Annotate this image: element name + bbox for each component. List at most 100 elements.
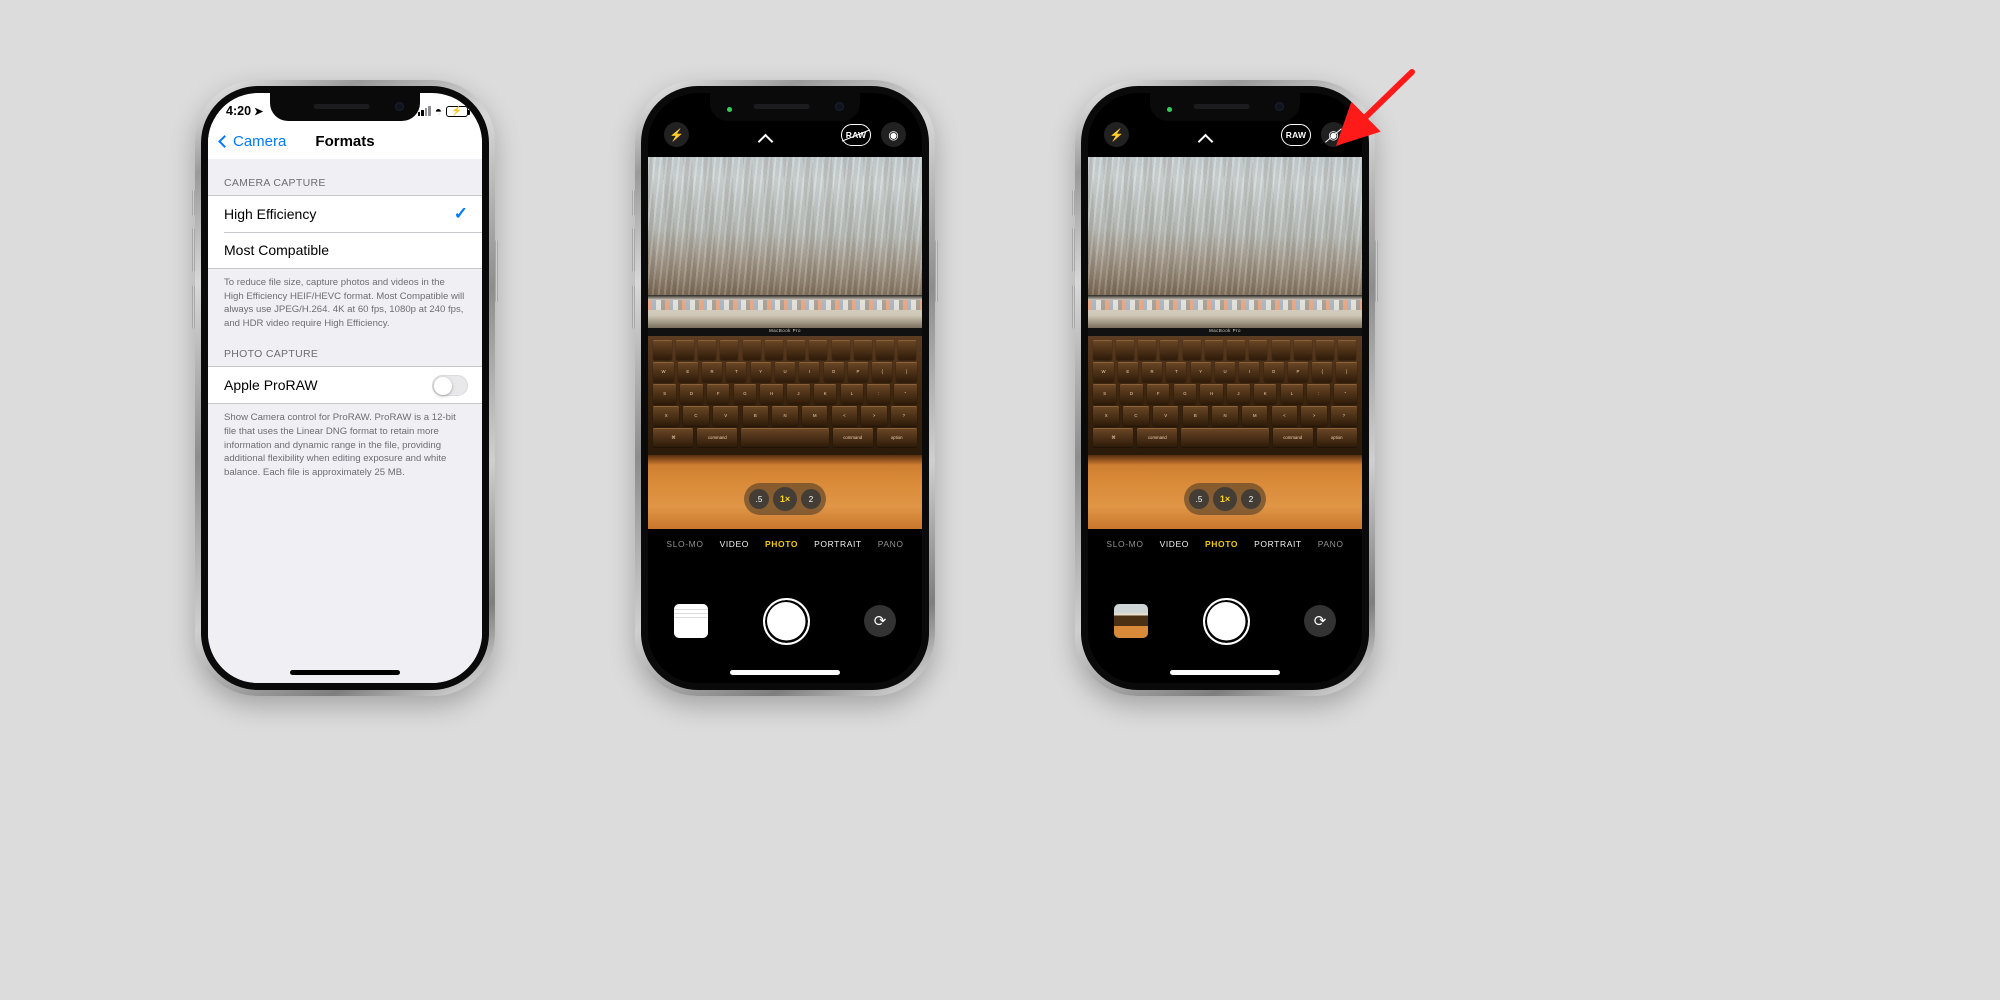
page-title: Formats [315, 132, 375, 150]
keyboard-rows: W E R T Y U I O P{} S D F G H J K L: " X C V B N M < >? ⌘ comman… [653, 340, 917, 448]
camera-in-use-indicator [727, 107, 732, 112]
back-button-label: Camera [233, 132, 287, 150]
mode-portrait[interactable]: PORTRAIT [1254, 539, 1302, 549]
mode-video[interactable]: VIDEO [720, 539, 749, 549]
earpiece-speaker [1193, 104, 1250, 109]
live-photo-off-icon[interactable]: ◉ [1321, 122, 1346, 147]
back-button-camera[interactable]: Camera [218, 132, 287, 150]
mode-slo-mo[interactable]: SLO-MO [666, 539, 703, 549]
camera-screen: ⚡ RAW ◉ MacBook Pro WERTYUIOP{} [1088, 93, 1362, 683]
apple-proraw-toggle[interactable] [432, 374, 468, 396]
option-most-compatible[interactable]: Most Compatible [208, 232, 482, 268]
flash-bolt-icon[interactable]: ⚡ [664, 122, 689, 147]
camera-capture-group: High Efficiency ✓ Most Compatible [208, 195, 482, 269]
viewfinder-wall [648, 157, 922, 303]
camera-flip-icon[interactable]: ⟳ [864, 605, 896, 637]
camera-flip-icon[interactable]: ⟳ [1304, 605, 1336, 637]
zoom-option-0-5x[interactable]: .5 [749, 489, 769, 509]
camera-screen: ⚡ RAW ◉ MacBook Pro WERTYUIOP{} [648, 93, 922, 683]
power-button[interactable] [1375, 240, 1378, 302]
chevron-left-icon [218, 134, 231, 148]
status-time-group: 4:20 ➤ [226, 104, 263, 118]
mode-photo[interactable]: PHOTO [1205, 539, 1238, 549]
viewfinder-device-label: MacBook Pro [769, 328, 801, 334]
mute-switch[interactable] [632, 285, 635, 329]
camera-viewfinder[interactable]: MacBook Pro W E R T Y U I O P{} S D F G H J K L: " XCVBN… [648, 157, 922, 529]
shutter-button[interactable] [1202, 597, 1250, 645]
volume-down-button[interactable] [1072, 228, 1075, 272]
power-button[interactable] [495, 240, 498, 302]
zoom-option-1x[interactable]: 1× [773, 487, 797, 511]
phone-bezel: 4:20 ➤ ◓ ⚡ Camera Formats CAMERA CAPTURE… [201, 86, 489, 690]
option-most-compatible-label: Most Compatible [224, 242, 330, 258]
volume-down-button[interactable] [632, 228, 635, 272]
section-header-camera-capture: CAMERA CAPTURE [224, 177, 326, 189]
chevron-up-icon[interactable] [1197, 133, 1213, 150]
photo-capture-group: Apple ProRAW [208, 366, 482, 405]
earpiece-speaker [753, 104, 810, 109]
wifi-icon: ◓ [434, 104, 442, 118]
mode-photo[interactable]: PHOTO [765, 539, 798, 549]
flash-bolt-icon[interactable]: ⚡ [1104, 122, 1129, 147]
phone-settings-formats: 4:20 ➤ ◓ ⚡ Camera Formats CAMERA CAPTURE… [192, 80, 498, 696]
mute-switch[interactable] [1072, 285, 1075, 329]
phone-bezel: ⚡ RAW ◉ MacBook Pro WERTYUIOP{} [641, 86, 929, 690]
phone-camera-raw-off: ⚡ RAW ◉ MacBook Pro WERTYUIOP{} [632, 80, 938, 696]
last-photo-thumbnail[interactable] [674, 604, 708, 638]
battery-charging-icon: ⚡ [446, 105, 470, 117]
last-photo-thumbnail[interactable] [1114, 604, 1148, 638]
settings-content: CAMERA CAPTURE High Efficiency ✓ Most Co… [208, 159, 482, 683]
mute-switch[interactable] [192, 285, 195, 329]
volume-up-button[interactable] [632, 190, 635, 216]
power-button[interactable] [935, 240, 938, 302]
zoom-option-1x[interactable]: 1× [1213, 487, 1237, 511]
raw-toggle-button[interactable]: RAW [841, 123, 871, 146]
footnote-camera-capture: To reduce file size, capture photos and … [224, 277, 465, 329]
mode-pano[interactable]: PANO [1318, 539, 1344, 549]
status-bar: 4:20 ➤ ◓ ⚡ [208, 93, 482, 123]
camera-mode-selector: SLO-MO VIDEO PHOTO PORTRAIT PANO [648, 529, 922, 559]
front-camera-icon [835, 102, 844, 111]
camera-right-controls: RAW ◉ [841, 122, 906, 147]
home-indicator[interactable] [290, 670, 400, 675]
toggle-knob [434, 376, 452, 395]
battery-bolt-icon: ⚡ [451, 105, 463, 116]
status-indicators: ◓ ⚡ [417, 104, 470, 118]
mode-pano[interactable]: PANO [878, 539, 904, 549]
zoom-selector: .5 1× 2 [744, 483, 826, 515]
option-high-efficiency-label: High Efficiency [224, 206, 317, 222]
checkmark-icon: ✓ [453, 204, 468, 223]
zoom-option-2x[interactable]: 2 [801, 489, 821, 509]
camera-viewfinder[interactable]: MacBook Pro W E R T Y U I O P{} S D F G H J K L: " XCVBN… [1088, 157, 1362, 529]
home-indicator[interactable] [1170, 670, 1280, 675]
option-high-efficiency[interactable]: High Efficiency ✓ [208, 196, 482, 232]
shutter-button[interactable] [762, 597, 810, 645]
viewfinder-laptop-screen [1088, 294, 1362, 329]
row-apple-proraw[interactable]: Apple ProRAW [208, 367, 482, 403]
notch [1150, 93, 1300, 121]
home-indicator[interactable] [730, 670, 840, 675]
live-photo-icon[interactable]: ◉ [881, 122, 906, 147]
mode-video[interactable]: VIDEO [1160, 539, 1189, 549]
volume-up-button[interactable] [192, 190, 195, 216]
screenshot-stage: 4:20 ➤ ◓ ⚡ Camera Formats CAMERA CAPTURE… [0, 0, 2000, 1000]
phone-camera-raw-on: ⚡ RAW ◉ MacBook Pro WERTYUIOP{} [1072, 80, 1378, 696]
mode-slo-mo[interactable]: SLO-MO [1106, 539, 1143, 549]
front-camera-icon [1275, 102, 1284, 111]
phone-screen: 4:20 ➤ ◓ ⚡ Camera Formats CAMERA CAPTURE… [208, 93, 482, 683]
viewfinder-wall [1088, 157, 1362, 303]
notch [710, 93, 860, 121]
volume-up-button[interactable] [1072, 190, 1075, 216]
camera-in-use-indicator [1167, 107, 1172, 112]
zoom-option-0-5x[interactable]: .5 [1189, 489, 1209, 509]
raw-toggle-button[interactable]: RAW [1281, 123, 1311, 146]
location-arrow-icon: ➤ [254, 105, 264, 118]
apple-proraw-label: Apple ProRAW [224, 377, 318, 394]
zoom-option-2x[interactable]: 2 [1241, 489, 1261, 509]
zoom-selector: .5 1× 2 [1184, 483, 1266, 515]
section-header-photo-capture: PHOTO CAPTURE [224, 348, 319, 361]
viewfinder-device-label: MacBook Pro [1209, 328, 1241, 334]
mode-portrait[interactable]: PORTRAIT [814, 539, 862, 549]
chevron-up-icon[interactable] [757, 133, 773, 150]
volume-down-button[interactable] [192, 228, 195, 272]
